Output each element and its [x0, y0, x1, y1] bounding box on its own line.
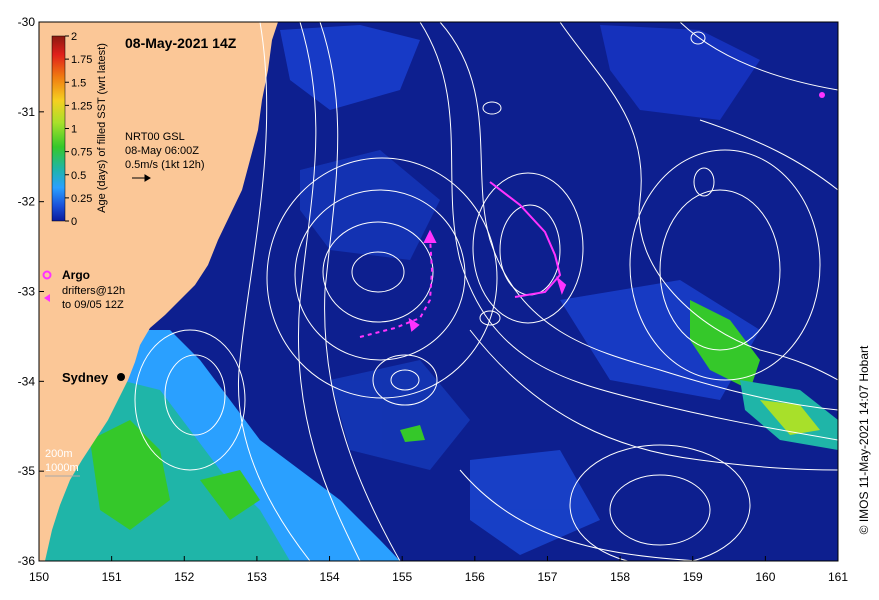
- argo-float-marker: [819, 92, 825, 98]
- colorbar-tick-label: 1.25: [71, 100, 92, 112]
- velocity-time-label: 08-May 06:00Z: [125, 145, 199, 157]
- x-tick-label: 159: [683, 570, 703, 584]
- x-tick-label: 158: [610, 570, 630, 584]
- drifter-legend-line1: drifters@12h: [62, 285, 125, 297]
- y-tick-label: -30: [18, 15, 36, 29]
- sydney-label: Sydney: [62, 370, 109, 385]
- colorbar-tick-label: 0.75: [71, 147, 92, 159]
- x-tick-label: 157: [537, 570, 557, 584]
- y-tick-label: -33: [18, 285, 36, 299]
- colorbar-tick-label: 0.25: [71, 193, 92, 205]
- y-tick-label: -36: [18, 554, 36, 568]
- colorbar-tick-label: 0.5: [71, 170, 86, 182]
- isobath-200m-label: 200m: [45, 448, 73, 460]
- sydney-marker: [117, 373, 125, 381]
- isobath-1000m-label: 1000m: [45, 462, 79, 474]
- x-tick-label: 154: [320, 570, 340, 584]
- drifter-legend-line2: to 09/05 12Z: [62, 299, 124, 311]
- x-tick-label: 156: [465, 570, 485, 584]
- x-tick-label: 160: [755, 570, 775, 584]
- x-tick-label: 155: [392, 570, 412, 584]
- y-tick-label: -34: [18, 374, 36, 388]
- colorbar-tick-label: 1.5: [71, 77, 86, 89]
- x-tick-label: 153: [247, 570, 267, 584]
- sst-map: 150 151 152 153 154 155 156 157 158 159 160 161 -30…: [18, 15, 871, 584]
- velocity-scale-label: 0.5m/s (1kt 12h): [125, 159, 204, 171]
- x-tick-label: 150: [29, 570, 49, 584]
- y-tick-label: -35: [18, 464, 36, 478]
- map-title: 08-May-2021 14Z: [125, 35, 237, 51]
- y-tick-label: -32: [18, 195, 36, 209]
- x-tick-label: 152: [174, 570, 194, 584]
- colorbar-tick-label: 0: [71, 216, 77, 228]
- colorbar: [51, 35, 66, 222]
- credit-label: © IMOS 11-May-2021 14:07 Hobart: [857, 345, 871, 534]
- y-tick-label: -31: [18, 105, 36, 119]
- velocity-model-label: NRT00 GSL: [125, 131, 185, 143]
- argo-legend-label: Argo: [62, 268, 90, 282]
- x-tick-label: 161: [828, 570, 848, 584]
- colorbar-tick-label: 1: [71, 124, 77, 136]
- colorbar-tick-label: 1.75: [71, 54, 92, 66]
- colorbar-tick-label: 2: [71, 31, 77, 43]
- x-tick-label: 151: [102, 570, 122, 584]
- colorbar-label: Age (days) of filled SST (wrt latest): [96, 43, 108, 213]
